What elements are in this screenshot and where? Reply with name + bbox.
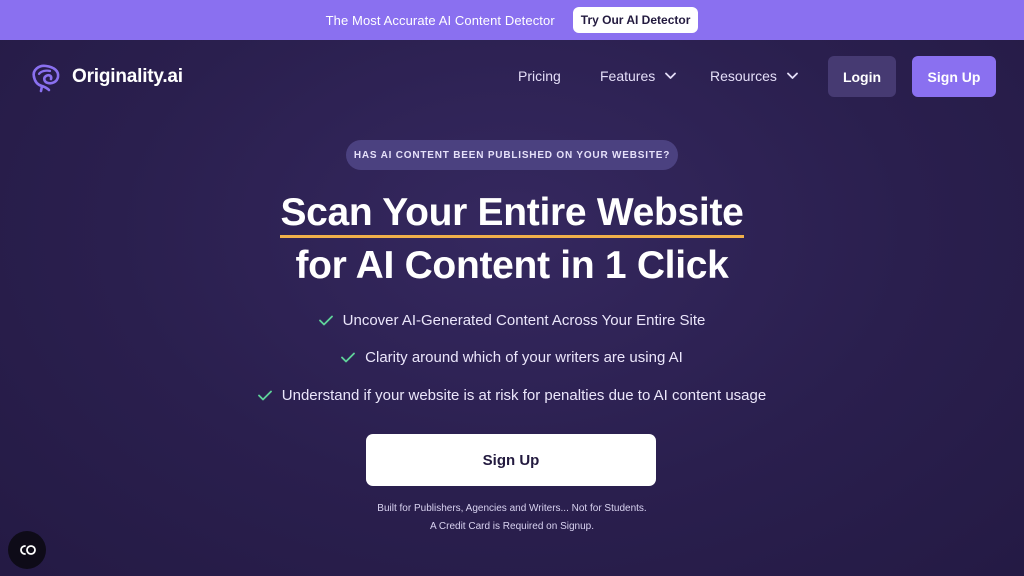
login-button[interactable]: Login [828, 56, 896, 97]
check-icon [341, 352, 356, 363]
nav-pricing-label: Pricing [518, 68, 561, 84]
hero-eyebrow-badge: HAS AI CONTENT BEEN PUBLISHED ON YOUR WE… [346, 140, 678, 170]
check-icon [318, 315, 333, 325]
check-icon [257, 390, 272, 400]
try-ai-detector-button[interactable]: Try Our AI Detector [572, 7, 699, 33]
nav-pricing[interactable]: Pricing [518, 68, 561, 84]
nav-features[interactable]: Features [600, 68, 677, 84]
hero-signup-button[interactable]: Sign Up [366, 434, 656, 486]
main-nav: Originality.ai Pricing Features Resource… [0, 40, 1024, 114]
hero-headline-line1: Scan Your Entire Website [0, 190, 1024, 238]
hero-benefits-list: Uncover AI-Generated Content Across Your… [0, 308, 1024, 421]
announcement-text: The Most Accurate AI Content Detector [325, 12, 555, 28]
nav-resources[interactable]: Resources [710, 68, 798, 84]
nav-features-label: Features [600, 68, 656, 84]
page: The Most Accurate AI Content Detector Tr… [0, 0, 1024, 576]
logo-text: Originality.ai [72, 66, 183, 87]
benefit-text: Uncover AI-Generated Content Across Your… [342, 311, 706, 329]
nav-resources-label: Resources [710, 68, 777, 84]
brain-logo-icon [32, 64, 60, 93]
benefit-text: Clarity around which of your writers are… [365, 349, 683, 366]
chat-widget-icon [20, 545, 36, 555]
hero-headline-line2: for AI Content in 1 Click [295, 244, 729, 287]
chevron-down-icon [665, 72, 677, 79]
chevron-down-icon [787, 72, 798, 79]
credit-card-note: A Credit Card is Required on Signup. [430, 521, 594, 532]
announcement-bar: The Most Accurate AI Content Detector Tr… [0, 0, 1024, 40]
logo-link[interactable]: Originality.ai [28, 61, 183, 93]
nav-signup-button[interactable]: Sign Up [912, 56, 996, 97]
chat-widget-button[interactable] [8, 531, 46, 569]
benefit-text: Understand if your website is at risk fo… [281, 386, 767, 404]
benefit-item: Understand if your website is at risk fo… [0, 383, 1024, 407]
benefit-item: Clarity around which of your writers are… [0, 346, 1024, 370]
hero-headline-line1-text: Scan Your Entire Website [280, 191, 744, 238]
audience-note: Built for Publishers, Agencies and Write… [377, 503, 647, 514]
benefit-item: Uncover AI-Generated Content Across Your… [0, 308, 1024, 332]
